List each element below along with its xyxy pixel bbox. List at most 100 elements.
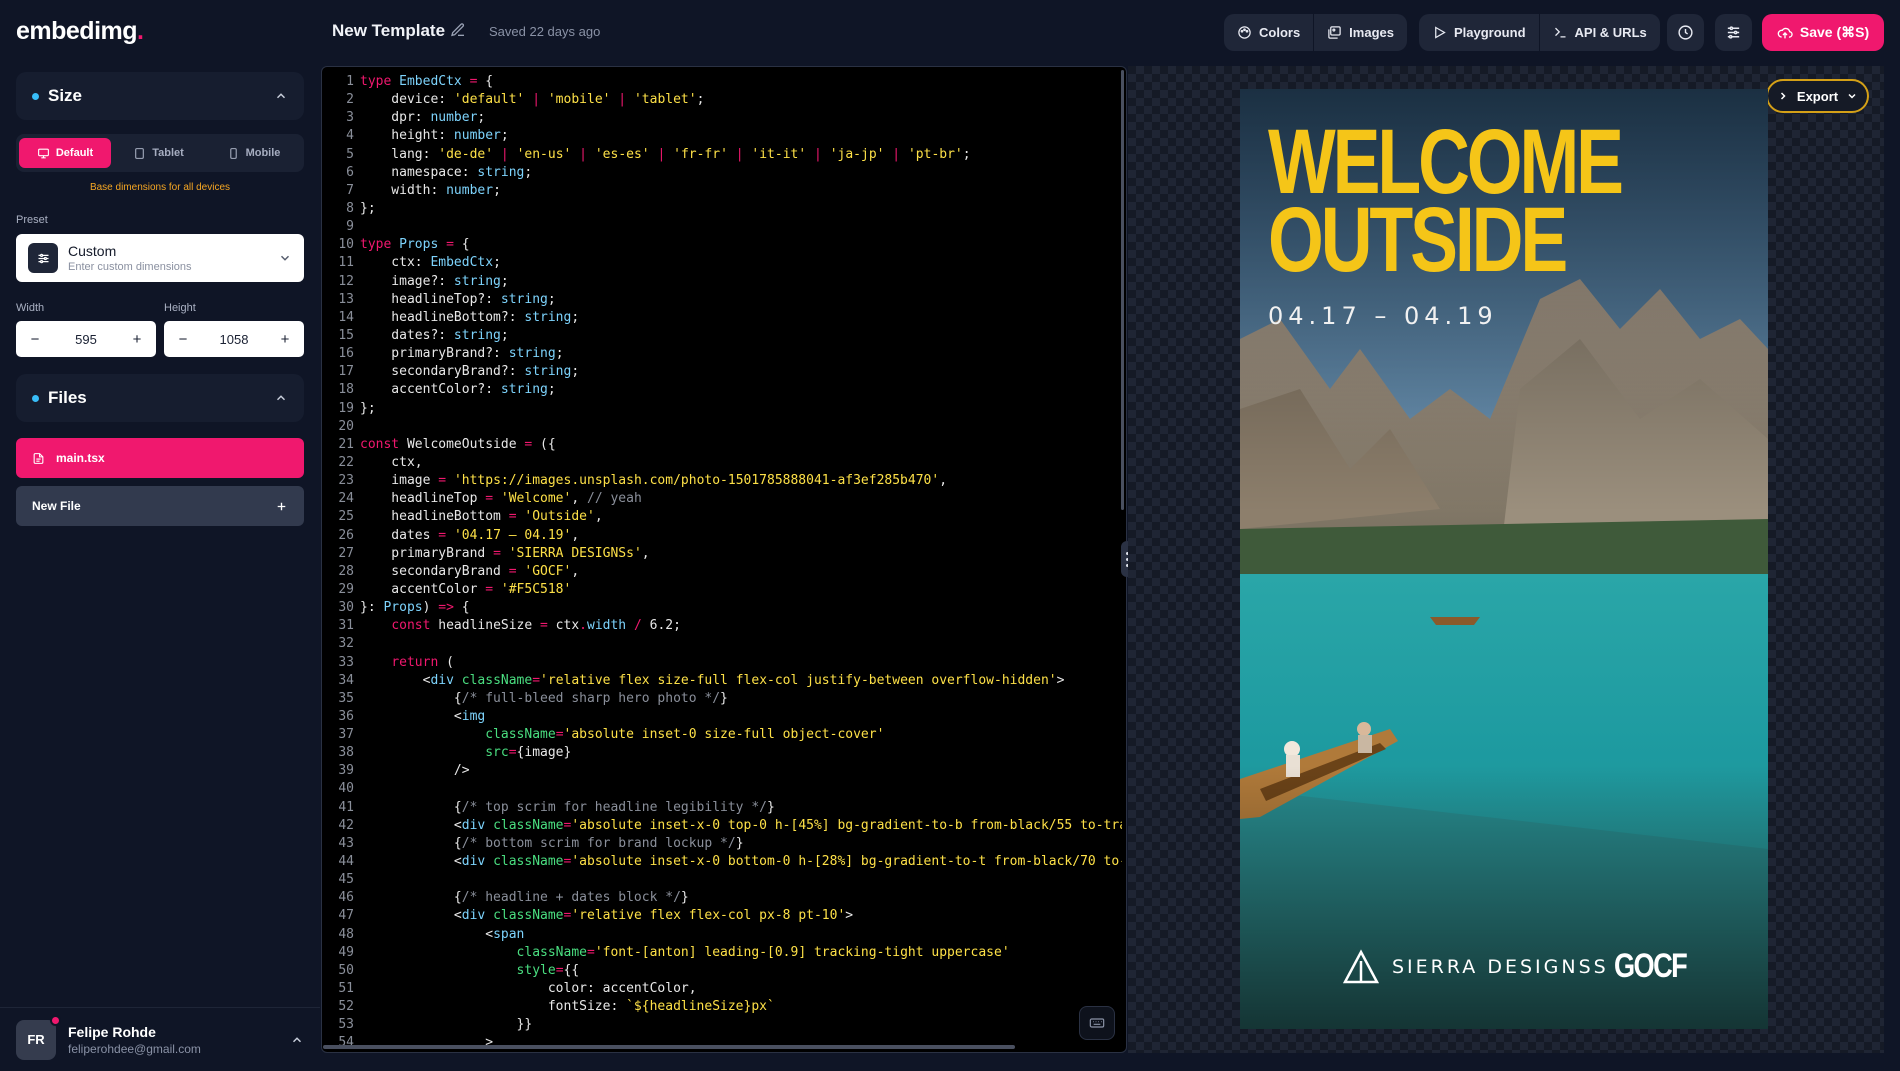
code-line[interactable]: 52 fontSize: `${headlineSize}px` [322, 998, 1122, 1016]
code-line[interactable]: 14 headlineBottom?: string; [322, 309, 1122, 327]
edit-icon[interactable] [450, 22, 466, 38]
code-line[interactable]: 34 <div className='relative flex size-fu… [322, 672, 1122, 690]
code-line[interactable]: 43 {/* bottom scrim for brand lockup */} [322, 835, 1122, 853]
line-number: 31 [338, 618, 354, 634]
code-line[interactable]: 26 dates = '04.17 – 04.19', [322, 527, 1122, 545]
colors-button[interactable]: Colors [1224, 14, 1313, 51]
code-line[interactable]: 17 secondaryBrand?: string; [322, 363, 1122, 381]
editor-horizontal-scrollbar[interactable] [323, 1045, 1015, 1049]
line-source [354, 780, 360, 798]
code-line[interactable]: 50 style={{ [322, 962, 1122, 980]
play-icon [1435, 26, 1446, 39]
code-line[interactable]: 44 <div className='absolute inset-x-0 bo… [322, 853, 1122, 871]
code-line[interactable]: 10 type Props = { [322, 236, 1122, 254]
images-button[interactable]: Images [1314, 14, 1407, 51]
code-line[interactable]: 38 src={image} [322, 744, 1122, 762]
code-line[interactable]: 2 device: 'default' | 'mobile' | 'tablet… [322, 91, 1122, 109]
editor-vertical-scrollbar[interactable] [1121, 70, 1124, 510]
line-source: style={{ [516, 962, 580, 978]
code-line[interactable]: 25 headlineBottom = 'Outside', [322, 508, 1122, 526]
code-line[interactable]: 5 lang: 'de-de' | 'en-us' | 'es-es' | 'f… [322, 146, 1122, 164]
code-line[interactable]: 1 type EmbedCtx = { [322, 73, 1122, 91]
code-line[interactable]: 4 height: number; [322, 127, 1122, 145]
tab-default[interactable]: Default [19, 138, 111, 168]
code-line[interactable]: 53 }} [322, 1016, 1122, 1034]
code-editor[interactable]: 1 type EmbedCtx = {2 device: 'default' | … [321, 66, 1127, 1053]
new-file-button[interactable]: New File [16, 486, 304, 526]
api-urls-button[interactable]: API & URLs [1540, 14, 1660, 51]
tab-default-label: Default [55, 147, 94, 159]
code-line[interactable]: 28 secondaryBrand = 'GOCF', [322, 563, 1122, 581]
width-decrement-button[interactable]: − [26, 331, 44, 348]
width-increment-button[interactable]: + [128, 331, 146, 348]
mobile-icon [229, 147, 237, 159]
code-line[interactable]: 31 const headlineSize = ctx.width / 6.2; [322, 617, 1122, 635]
code-line[interactable]: 49 className='font-[anton] leading-[0.9]… [322, 944, 1122, 962]
save-button[interactable]: Save (⌘S) [1762, 14, 1884, 51]
tab-tablet[interactable]: Tablet [111, 138, 206, 168]
height-decrement-button[interactable]: − [174, 331, 192, 348]
height-increment-button[interactable]: + [276, 331, 294, 348]
user-menu[interactable]: FR Felipe Rohde feliperohdee@gmail.com [0, 1007, 320, 1071]
code-line[interactable]: 18 accentColor?: string; [322, 381, 1122, 399]
line-number: 13 [338, 291, 354, 307]
code-line[interactable]: 21 const WelcomeOutside = ({ [322, 436, 1122, 454]
code-line[interactable]: 19}; [322, 400, 1122, 418]
file-item-main-tsx[interactable]: main.tsx [16, 438, 304, 478]
code-line[interactable]: 7 width: number; [322, 182, 1122, 200]
code-line[interactable]: 51 color: accentColor, [322, 980, 1122, 998]
code-line[interactable]: 42 <div className='absolute inset-x-0 to… [322, 817, 1122, 835]
code-line[interactable]: 27 primaryBrand = 'SIERRA DESIGNSs', [322, 545, 1122, 563]
code-line[interactable]: 39 /> [322, 762, 1122, 780]
tab-mobile[interactable]: Mobile [206, 138, 301, 168]
code-line[interactable]: 47 <div className='relative flex flex-co… [322, 907, 1122, 925]
code-line[interactable]: 23 image = 'https://images.unsplash.com/… [322, 472, 1122, 490]
code-lines[interactable]: 1 type EmbedCtx = {2 device: 'default' | … [322, 73, 1122, 1052]
code-line[interactable]: 9 [322, 218, 1122, 236]
playground-button[interactable]: Playground [1419, 14, 1539, 51]
width-input[interactable]: 595 [75, 332, 97, 347]
history-button[interactable] [1667, 14, 1704, 51]
line-number: 5 [346, 146, 354, 162]
code-line[interactable]: 12 image?: string; [322, 273, 1122, 291]
code-line[interactable]: 32 [322, 635, 1122, 653]
code-line[interactable]: 36 <img [322, 708, 1122, 726]
size-panel-header[interactable]: Size [16, 72, 304, 120]
code-line[interactable]: 46 {/* headline + dates block */} [322, 889, 1122, 907]
code-line[interactable]: 29 accentColor = '#F5C518' [322, 581, 1122, 599]
line-number: 10 [338, 237, 354, 253]
code-line[interactable]: 22 ctx, [322, 454, 1122, 472]
code-line[interactable]: 54 > [322, 1034, 1122, 1052]
code-line[interactable]: 33 return ( [322, 654, 1122, 672]
code-line[interactable]: 8}; [322, 200, 1122, 218]
line-source: <div className='absolute inset-x-0 top-0… [360, 817, 1122, 833]
code-line[interactable]: 41 {/* top scrim for headline legibility… [322, 799, 1122, 817]
export-button[interactable]: Export [1766, 79, 1869, 113]
primary-brand: SIERRA DESIGNSS [1392, 956, 1609, 978]
settings-button[interactable] [1715, 14, 1752, 51]
code-line[interactable]: 16 primaryBrand?: string; [322, 345, 1122, 363]
line-source [354, 418, 360, 436]
keyboard-shortcuts-button[interactable] [1079, 1006, 1115, 1040]
code-line[interactable]: 3 dpr: number; [322, 109, 1122, 127]
files-panel-header[interactable]: Files [16, 374, 304, 422]
line-number: 51 [338, 981, 354, 997]
code-line[interactable]: 11 ctx: EmbedCtx; [322, 254, 1122, 272]
code-line[interactable]: 40 [322, 780, 1122, 798]
code-line[interactable]: 35 {/* full-bleed sharp hero photo */} [322, 690, 1122, 708]
code-line[interactable]: 24 headlineTop = 'Welcome', // yeah [322, 490, 1122, 508]
app-logo[interactable]: embedimg. [16, 17, 144, 46]
code-line[interactable]: 6 namespace: string; [322, 164, 1122, 182]
line-number: 18 [338, 382, 354, 398]
code-line[interactable]: 15 dates?: string; [322, 327, 1122, 345]
height-input[interactable]: 1058 [220, 332, 249, 347]
code-line[interactable]: 20 [322, 418, 1122, 436]
line-number: 50 [338, 962, 354, 978]
code-line[interactable]: 30}: Props) => { [322, 599, 1122, 617]
preset-select[interactable]: Custom Enter custom dimensions [16, 234, 304, 282]
code-line[interactable]: 13 headlineTop?: string; [322, 291, 1122, 309]
code-line[interactable]: 45 [322, 871, 1122, 889]
document-title[interactable]: New Template [332, 21, 445, 41]
code-line[interactable]: 48 <span [322, 926, 1122, 944]
code-line[interactable]: 37 className='absolute inset-0 size-full… [322, 726, 1122, 744]
